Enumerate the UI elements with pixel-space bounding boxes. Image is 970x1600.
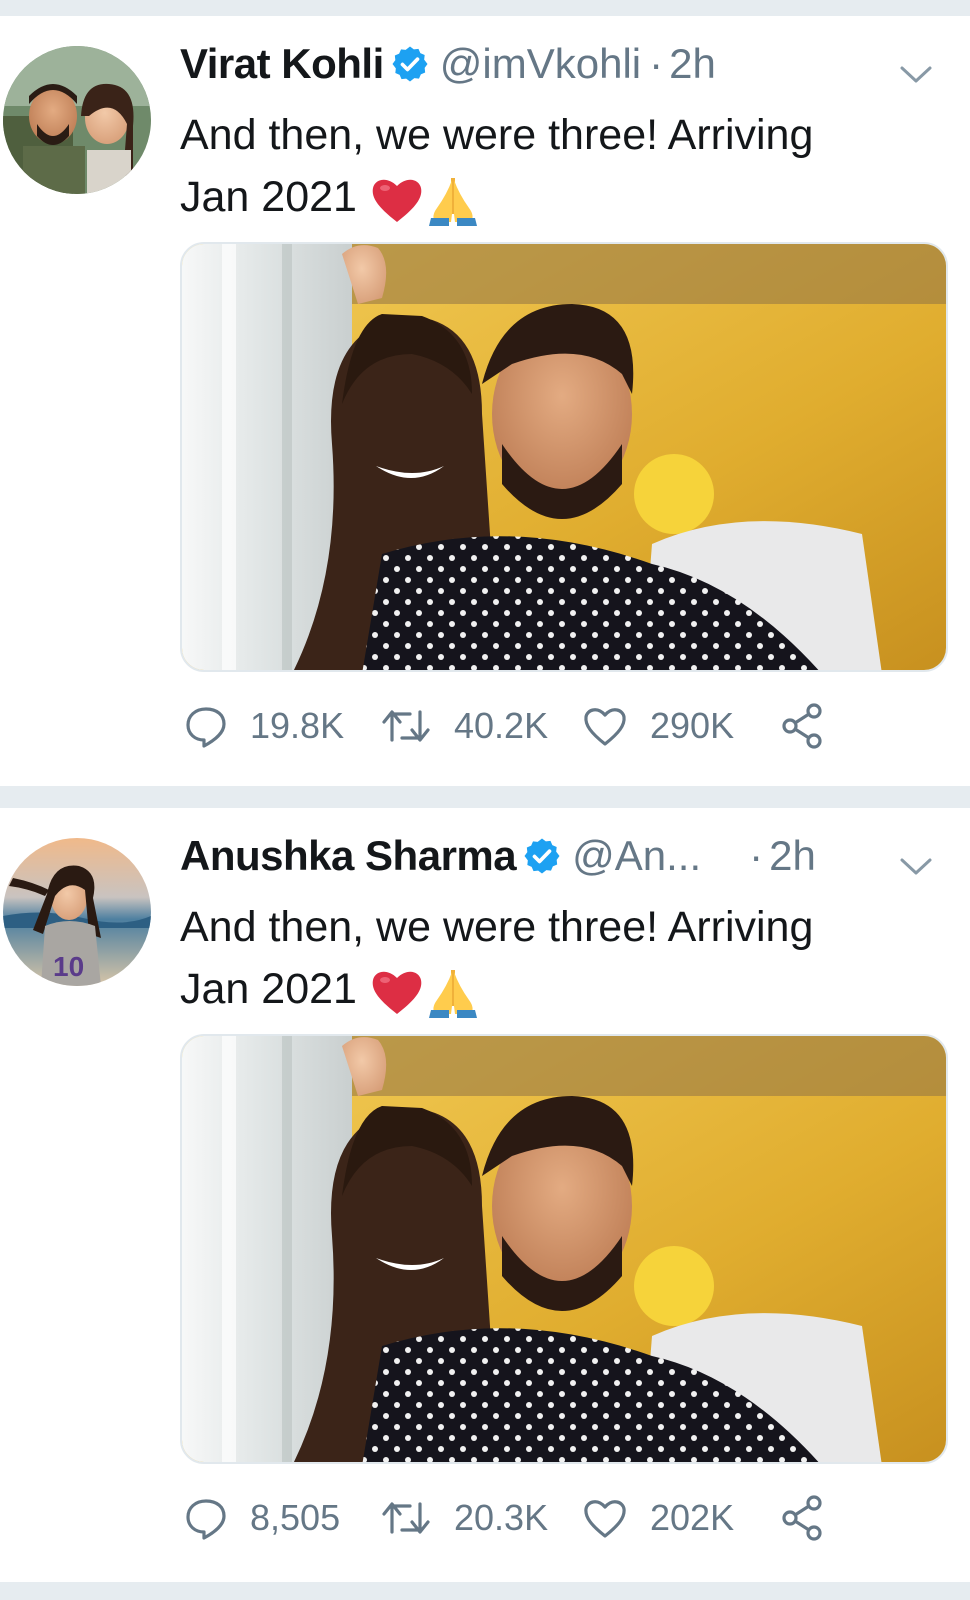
avatar[interactable] — [3, 46, 151, 194]
folded-hands-icon — [428, 177, 477, 226]
verified-badge-icon — [392, 46, 428, 82]
red-heart-icon — [372, 971, 422, 1014]
tweet-header: Anushka Sharma @An... · 2h — [180, 832, 940, 892]
retweet-button[interactable]: 40.2K — [380, 696, 548, 756]
avatar[interactable]: 10 — [3, 838, 151, 986]
reply-button[interactable]: 19.8K — [184, 696, 344, 756]
tweet-text-line: And then, we were three! Arriving — [180, 903, 814, 951]
display-name[interactable]: Anushka Sharma — [180, 832, 517, 880]
retweet-icon — [382, 1502, 430, 1534]
share-icon — [782, 1495, 822, 1541]
timestamp[interactable]: 2h — [669, 40, 716, 88]
user-handle[interactable]: @An... — [572, 832, 701, 880]
reply-count: 19.8K — [250, 705, 345, 746]
separator: · — [749, 832, 764, 879]
share-button[interactable] — [780, 1488, 826, 1548]
reply-icon — [186, 707, 226, 748]
reply-count: 8,505 — [250, 1497, 341, 1538]
retweet-count: 20.3K — [454, 1497, 549, 1538]
tweet-actions: 8,505 20.3K 202K — [180, 1488, 880, 1548]
tweet-text-line: And then, we were three! Arriving — [180, 111, 814, 159]
tweet-header: Virat Kohli @imVkohli · 2h — [180, 40, 940, 100]
reply-button[interactable]: 8,505 — [184, 1488, 340, 1548]
chevron-down-icon[interactable] — [898, 62, 934, 86]
tweet-photo[interactable] — [180, 1034, 948, 1464]
share-button[interactable] — [780, 696, 826, 756]
like-count: 202K — [650, 1497, 735, 1538]
like-icon — [584, 1500, 626, 1538]
verified-badge-icon — [524, 838, 560, 874]
svg-text:10: 10 — [53, 951, 84, 982]
share-icon — [782, 703, 822, 749]
tweet-text-date: Jan 2021 — [180, 965, 357, 1013]
tweet-actions: 19.8K 40.2K 290K — [180, 696, 880, 756]
red-heart-icon — [372, 179, 422, 222]
like-count: 290K — [650, 705, 735, 746]
like-icon — [584, 708, 626, 746]
tweet-photo[interactable] — [180, 242, 948, 672]
tweet-text-line-2: Jan 2021 — [180, 166, 920, 228]
tweet-text-line-2: Jan 2021 — [180, 958, 920, 1020]
timeline: Virat Kohli @imVkohli · 2h And then, we we… — [0, 0, 970, 1600]
timestamp[interactable]: 2h — [769, 832, 816, 880]
user-handle[interactable]: @imVkohli — [440, 40, 641, 88]
display-name[interactable]: Virat Kohli — [180, 40, 384, 88]
couple-photo — [182, 244, 946, 670]
chevron-down-icon[interactable] — [898, 854, 934, 878]
like-button[interactable]: 202K — [582, 1488, 734, 1548]
tweet-text: And then, we were three! Arriving Jan 20… — [180, 104, 920, 228]
reply-icon — [186, 1499, 226, 1540]
like-button[interactable]: 290K — [582, 696, 734, 756]
couple-photo — [182, 1036, 946, 1462]
retweet-count: 40.2K — [454, 705, 549, 746]
tweet-card[interactable]: 10 Anushka Sharma @An... · 2h And then, we… — [0, 808, 970, 1582]
retweet-button[interactable]: 20.3K — [380, 1488, 548, 1548]
tweet-text-date: Jan 2021 — [180, 173, 357, 221]
avatar-photo — [3, 46, 151, 194]
avatar-photo: 10 — [3, 838, 151, 986]
tweet-text: And then, we were three! Arriving Jan 20… — [180, 896, 920, 1020]
separator: · — [649, 40, 664, 87]
retweet-icon — [382, 710, 430, 742]
folded-hands-icon — [428, 969, 477, 1018]
tweet-card[interactable]: Virat Kohli @imVkohli · 2h And then, we we… — [0, 16, 970, 786]
